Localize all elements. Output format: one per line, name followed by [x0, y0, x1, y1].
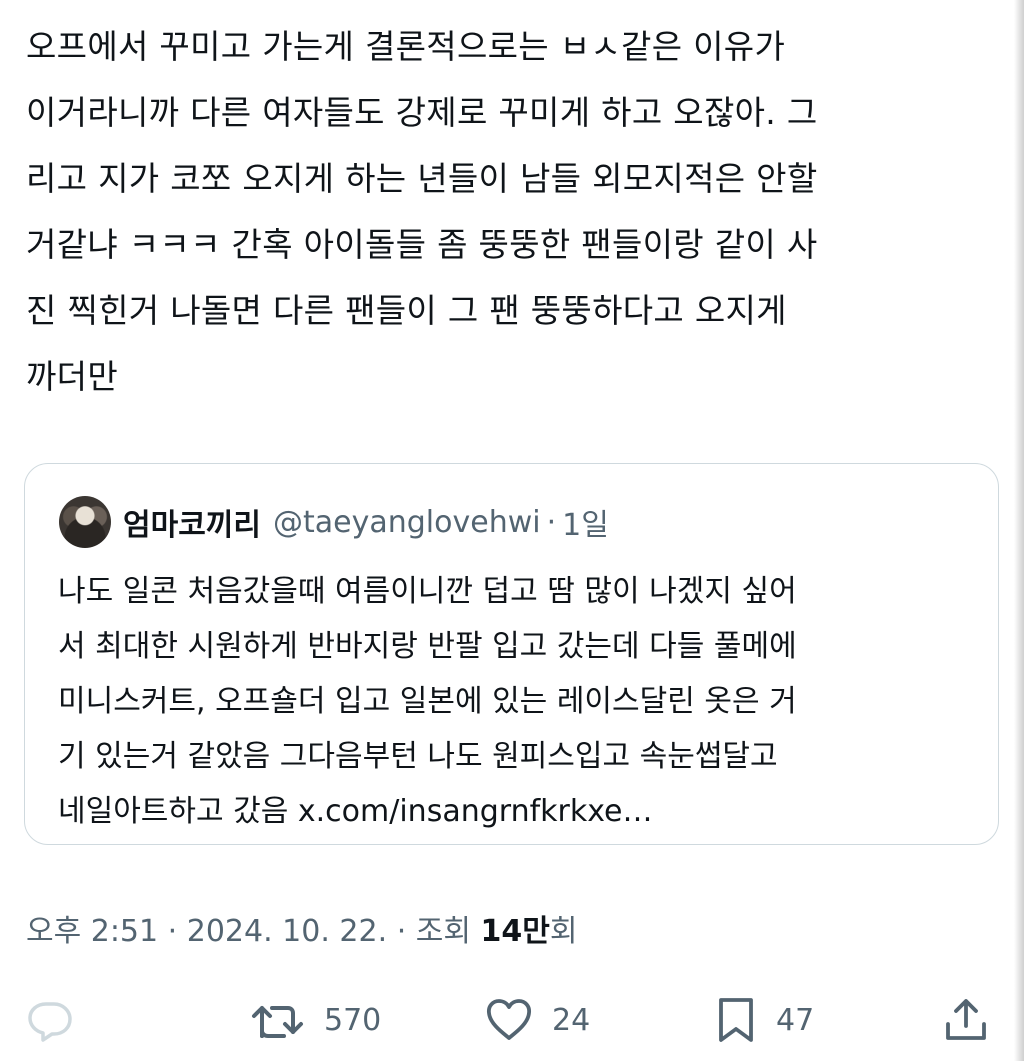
like-count: 24 [552, 1002, 591, 1038]
retweet-icon [250, 996, 306, 1044]
quoted-handle[interactable]: @taeyanglovehwi [273, 505, 541, 540]
quoted-tweet-card[interactable]: 엄마코끼리 @taeyanglovehwi · 1일 나도 일콘 처음갔을때 여… [24, 463, 999, 845]
bookmark-button[interactable]: 47 [714, 994, 814, 1046]
share-button[interactable] [942, 994, 990, 1046]
retweet-count: 570 [324, 1002, 382, 1038]
tweet-text: 오프에서 꾸미고 가는게 결론적으로는 ㅂㅅ같은 이유가 이거라니까 다른 여자… [26, 27, 818, 396]
separator-dot: · [167, 914, 178, 949]
quoted-display-name[interactable]: 엄마코끼리 [123, 500, 261, 544]
separator-dot: · [546, 504, 557, 540]
quoted-tweet-text: 나도 일콘 처음갔을때 여름이니깐 덥고 땀 많이 나겠지 싶어 서 최대한 시… [58, 574, 797, 829]
views-count: 14만 [480, 914, 550, 949]
reply-icon [26, 996, 74, 1044]
views-label: 조회 [415, 914, 471, 949]
reply-button[interactable] [26, 994, 74, 1046]
heart-icon [484, 996, 534, 1044]
action-bar: 570 24 47 [0, 990, 1024, 1050]
views-suffix: 회 [549, 914, 578, 949]
tweet-meta: 오후 2:51 · 2024. 10. 22. · 조회 14만회 [26, 906, 578, 950]
like-button[interactable]: 24 [484, 994, 590, 1046]
quoted-tweet-header: 엄마코끼리 @taeyanglovehwi · 1일 [59, 496, 609, 548]
post-date[interactable]: 2024. 10. 22. [187, 914, 387, 949]
avatar[interactable] [59, 496, 111, 548]
bookmark-count: 47 [776, 1002, 815, 1038]
retweet-button[interactable]: 570 [250, 994, 381, 1046]
post-time[interactable]: 오후 2:51 [26, 914, 158, 949]
window-edge-shadow [1014, 0, 1024, 1061]
quoted-timestamp[interactable]: 1일 [562, 500, 609, 544]
share-icon [942, 996, 990, 1044]
separator-dot: · [396, 914, 407, 949]
bookmark-icon [714, 996, 758, 1044]
